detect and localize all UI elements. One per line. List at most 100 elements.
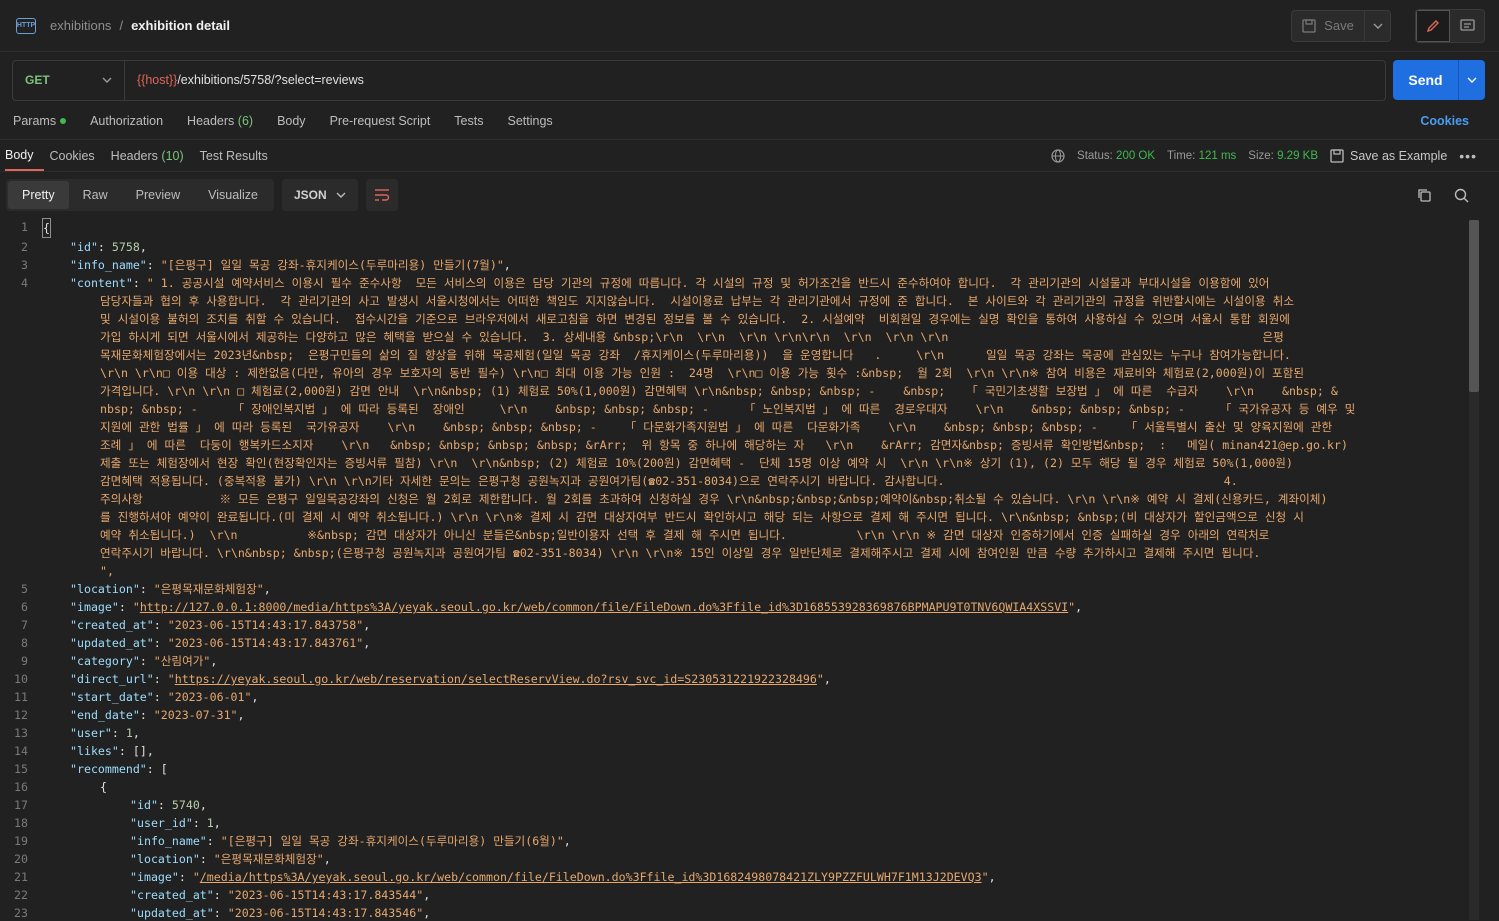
status-label: Status: <box>1077 149 1113 162</box>
tab-body[interactable]: Body <box>277 114 306 128</box>
comments-mode-button[interactable] <box>1450 9 1484 42</box>
status-info[interactable]: Status: 200 OK <box>1077 150 1155 162</box>
code-line: 3 "info_name": "[은평구] 일일 목공 강좌-휴지케이스(두루마리… <box>21 258 511 272</box>
format-select[interactable]: JSON <box>281 179 358 211</box>
url-input[interactable]: {{host}}/exhibitions/5758/?select=review… <box>125 73 364 87</box>
code-line: 11 "start_date": "2023-06-01", <box>14 690 259 704</box>
code-line: 17 "id": 5740, <box>14 798 207 812</box>
time-info[interactable]: Time: 121 ms <box>1167 150 1236 162</box>
code-line-continuation: 주의사항 ※ 모든 은평구 일일목공강좌의 신청은 월 2회로 제한합니다. 월… <box>100 492 1328 506</box>
tab-settings[interactable]: Settings <box>507 114 552 128</box>
chevron-down-icon <box>1467 77 1477 83</box>
save-button[interactable]: Save <box>1291 9 1365 42</box>
cookies-link[interactable]: Cookies <box>1420 114 1469 128</box>
response-tab-body[interactable]: Body <box>5 140 44 171</box>
view-tab-preview[interactable]: Preview <box>122 181 194 209</box>
code-line: 14 "likes": [], <box>14 744 154 758</box>
comment-icon <box>1459 18 1475 31</box>
breadcrumb: HTTP exhibitions / exhibition detail <box>16 17 230 34</box>
code-line: 12 "end_date": "2023-07-31", <box>14 708 245 722</box>
code-line: 2 "id": 5758, <box>21 240 147 254</box>
scrollbar-thumb[interactable] <box>1469 220 1479 392</box>
size-value: 9.29 KB <box>1277 149 1318 162</box>
response-tab-cookies[interactable]: Cookies <box>50 140 105 171</box>
breadcrumb-current[interactable]: exhibition detail <box>131 18 230 33</box>
code-line: 10 "direct_url": "https://yeyak.seoul.go.… <box>14 672 831 686</box>
tab-prerequest-script[interactable]: Pre-request Script <box>330 114 431 128</box>
http-icon: HTTP <box>16 17 36 34</box>
response-tab-headers[interactable]: Headers (10) <box>111 140 194 171</box>
code-line: 16{ <box>14 780 107 794</box>
vertical-scrollbar[interactable] <box>1469 220 1479 920</box>
view-tab-visualize[interactable]: Visualize <box>194 181 272 209</box>
more-options-icon[interactable]: ••• <box>1459 148 1477 164</box>
wrap-lines-button[interactable] <box>365 179 398 211</box>
code-line-continuation: 연락주시기 바랍니다. \r\n&nbsp; &nbsp;(은평구청 공원녹지과… <box>100 546 1261 560</box>
send-button-group: Send <box>1393 60 1485 100</box>
code-line-continuation: 를 진행하셔야 예약이 완료됩니다.(미 결제 시 예약 취소됩니다.) \r\… <box>100 510 1304 524</box>
method-label: GET <box>25 73 50 87</box>
response-tab-test-results[interactable]: Test Results <box>200 140 278 171</box>
top-bar: HTTP exhibitions / exhibition detail Sav… <box>0 0 1499 52</box>
code-line: 7 "created_at": "2023-06-15T14:43:17.8437… <box>21 618 371 632</box>
code-line-continuation: 감면혜택 적용됩니다. (중복적용 불가) \r\n \r\n기타 자세한 문의… <box>100 474 1238 488</box>
size-label: Size: <box>1248 149 1274 162</box>
code-line: 21 "image": "/media/https%3A/yeyak.seoul.… <box>14 870 996 884</box>
save-as-example-button[interactable]: Save as Example <box>1330 149 1447 163</box>
tab-params[interactable]: Params <box>13 113 67 128</box>
search-icon[interactable] <box>1454 188 1469 203</box>
code-line: 9 "category": "산림여가", <box>21 654 218 668</box>
code-line: 15 "recommend": [ <box>14 762 168 776</box>
code-line: 6 "image": "http://127.0.0.1:8000/media/h… <box>21 600 1083 614</box>
code-line: 20 "location": "은평목재문화체험장", <box>14 852 331 866</box>
view-tab-pretty[interactable]: Pretty <box>8 181 69 209</box>
code-line-continuation: 조례 」 에 따른 다둥이 행복카드소지자 \r\n &nbsp; &nbsp;… <box>100 438 1348 452</box>
tab-headers-label: Headers <box>187 113 235 128</box>
send-dropdown-button[interactable] <box>1459 60 1485 100</box>
url-bar: GET {{host}}/exhibitions/5758/?select=re… <box>12 59 1386 101</box>
tab-params-label: Params <box>13 113 57 128</box>
code-line-continuation: \r\n \r\n□ 이용 대상 : 제한없음(다만, 유아의 경우 보호자의 … <box>100 366 1305 380</box>
code-line-continuation: nbsp; &nbsp; - 「 장애인복지법 」 에 따라 등록된 장애인 \… <box>100 402 1356 416</box>
view-mode-tabs: Pretty Raw Preview Visualize <box>6 179 274 211</box>
save-icon <box>1330 148 1344 163</box>
globe-icon[interactable] <box>1051 148 1065 163</box>
code-line: 22 "created_at": "2023-06-15T14:43:17.843… <box>14 888 431 902</box>
send-button[interactable]: Send <box>1393 60 1459 100</box>
mode-toggle <box>1415 8 1485 43</box>
tab-headers[interactable]: Headers (6) <box>187 114 253 128</box>
recommend-image-link[interactable]: /media/https%3A/yeyak.seoul.go.kr/web/co… <box>200 870 982 884</box>
code-line: 8 "updated_at": "2023-06-15T14:43:17.8437… <box>21 636 371 650</box>
chevron-down-icon <box>102 77 112 83</box>
copy-icon[interactable] <box>1417 188 1432 203</box>
save-dropdown-button[interactable] <box>1365 9 1391 42</box>
code-line-continuation: ", <box>100 564 114 578</box>
view-tab-raw[interactable]: Raw <box>69 181 122 209</box>
code-line-continuation: 목재문화체험장에서는 2023년&nbsp; 은평구민들의 삶의 질 향상을 위… <box>100 348 1291 362</box>
code-line-continuation: 가입 하시게 되면 서울시에서 제공하는 다양하고 많은 혜택을 받으실 수 있… <box>100 330 1284 344</box>
wrap-icon <box>374 189 390 201</box>
request-url-row: GET {{host}}/exhibitions/5758/?select=re… <box>0 52 1499 102</box>
params-indicator-dot <box>60 118 67 125</box>
code-line: 18 "user_id": 1, <box>14 816 221 830</box>
method-select[interactable]: GET <box>13 60 125 100</box>
response-bar: Body Cookies Headers (10) Test Results S… <box>0 140 1499 172</box>
url-path: /exhibitions/5758/?select=reviews <box>177 73 364 87</box>
direct-url-link[interactable]: https://yeyak.seoul.go.kr/web/reservatio… <box>175 672 817 686</box>
image-url-link[interactable]: http://127.0.0.1:8000/media/https%3A/yey… <box>140 600 1068 614</box>
edit-mode-button[interactable] <box>1416 9 1450 42</box>
code-line-continuation: 가격입니다. \r\n \r\n □ 체험료(2,000원) 감면 안내 \r\… <box>100 384 1338 398</box>
time-label: Time: <box>1167 149 1196 162</box>
tab-tests[interactable]: Tests <box>454 114 483 128</box>
code-cursor: { <box>42 218 51 238</box>
format-label: JSON <box>293 188 327 202</box>
tab-authorization[interactable]: Authorization <box>90 114 163 128</box>
view-toolbar: Pretty Raw Preview Visualize JSON <box>0 172 1499 218</box>
code-line: 5 "location": "은평목재문화체험장", <box>21 582 271 596</box>
chevron-down-icon <box>1373 23 1382 29</box>
code-line-continuation: 제출 또는 체험장에서 현장 확인(현장확인자는 증빙서류 필참) \r\n \… <box>100 456 1293 470</box>
time-value: 121 ms <box>1198 149 1237 162</box>
breadcrumb-parent[interactable]: exhibitions <box>50 18 111 33</box>
size-info[interactable]: Size: 9.29 KB <box>1248 150 1318 162</box>
response-body-code[interactable]: 1{ 2 "id": 5758, 3 "info_name": "[은평구] 일일 … <box>0 218 1499 921</box>
